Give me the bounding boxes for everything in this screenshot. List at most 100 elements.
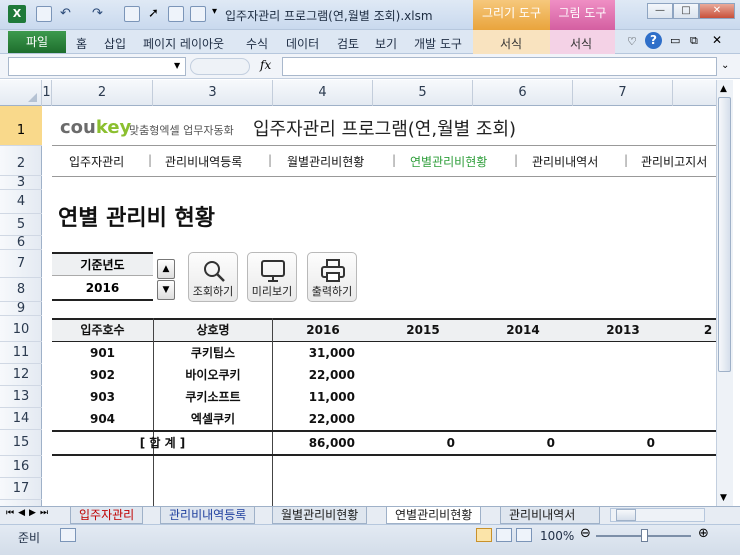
year-down-button[interactable]: ▼: [157, 280, 175, 300]
row-header-13[interactable]: 13: [0, 386, 42, 408]
nav-fee-statement[interactable]: 관리비내역서: [532, 153, 598, 170]
row-header-12[interactable]: 12: [0, 364, 42, 386]
tab-data[interactable]: 데이터: [286, 35, 319, 52]
minimize-button[interactable]: —: [647, 3, 673, 19]
page-break-view-icon[interactable]: [516, 528, 532, 542]
ribbon-minimize-icon[interactable]: ♡: [627, 35, 637, 48]
table-cell-unit[interactable]: 901: [52, 342, 153, 364]
close-button[interactable]: ✕: [699, 3, 735, 19]
maximize-button[interactable]: □: [673, 3, 699, 19]
scroll-down-icon[interactable]: ▼: [720, 493, 727, 503]
name-box[interactable]: [8, 57, 186, 76]
zoom-slider-thumb[interactable]: [641, 529, 648, 542]
nav-monthly-fee-status[interactable]: 월별관리비현황: [287, 153, 364, 170]
row-header-9[interactable]: 9: [0, 302, 42, 316]
table-cell-2016[interactable]: 22,000: [273, 408, 355, 430]
row-header-6[interactable]: 6: [0, 236, 42, 250]
expand-formula-bar-icon[interactable]: ⌄: [721, 60, 729, 71]
total-label[interactable]: [ 합 계 ]: [52, 432, 273, 454]
select-pointer-icon[interactable]: ➚: [148, 6, 159, 21]
horizontal-scroll-thumb[interactable]: [616, 509, 636, 521]
column-header-5[interactable]: 5: [373, 80, 473, 106]
zoom-in-icon[interactable]: ⊕: [698, 526, 709, 541]
row-header-4[interactable]: 4: [0, 190, 42, 214]
file-tab[interactable]: 파일: [8, 31, 66, 53]
tab-view[interactable]: 보기: [375, 35, 397, 52]
row-header-11[interactable]: 11: [0, 342, 42, 364]
tab-format-drawing[interactable]: 서식: [500, 35, 522, 52]
year-value[interactable]: 2016: [52, 277, 153, 301]
workbook-minimize-icon[interactable]: ▭: [670, 34, 680, 47]
row-header-16[interactable]: 16: [0, 456, 42, 478]
quick-access-icon[interactable]: [124, 6, 140, 22]
tab-home[interactable]: 홈: [76, 35, 87, 52]
table-cell-unit[interactable]: 903: [52, 386, 153, 408]
macro-record-icon[interactable]: [60, 528, 76, 542]
tab-formulas[interactable]: 수식: [246, 35, 268, 52]
help-icon[interactable]: ?: [645, 32, 662, 49]
insert-function-icon[interactable]: fx: [260, 58, 271, 72]
nav-yearly-fee-status[interactable]: 연별관리비현황: [410, 153, 487, 170]
sheet-tab-fee-registration[interactable]: 관리비내역등록: [160, 507, 256, 524]
table-cell-name[interactable]: 쿠키소프트: [153, 386, 273, 408]
row-header-2[interactable]: 2: [0, 146, 42, 176]
total-2016[interactable]: 86,000: [273, 432, 355, 454]
filter-icon[interactable]: [168, 6, 184, 22]
row-header-10[interactable]: 10: [0, 316, 42, 342]
tab-insert[interactable]: 삽입: [104, 35, 126, 52]
row-header-7[interactable]: 7: [0, 250, 42, 278]
preview-button[interactable]: 미리보기: [247, 252, 297, 302]
column-header-6[interactable]: 6: [473, 80, 573, 106]
table-cell-unit[interactable]: 904: [52, 408, 153, 430]
row-header-5[interactable]: 5: [0, 214, 42, 236]
name-box-dropdown-icon[interactable]: ▼: [174, 61, 180, 70]
column-header-4[interactable]: 4: [273, 80, 373, 106]
zoom-level[interactable]: 100%: [540, 529, 574, 543]
tab-format-picture[interactable]: 서식: [570, 35, 592, 52]
table-cell-2016[interactable]: 11,000: [273, 386, 355, 408]
nav-resident-management[interactable]: 입주자관리: [69, 153, 124, 170]
scroll-up-icon[interactable]: ▲: [720, 84, 727, 94]
normal-view-icon[interactable]: [476, 528, 492, 542]
sheet-tab-fee-statement[interactable]: 관리비내역서: [500, 507, 600, 524]
page-layout-view-icon[interactable]: [496, 528, 512, 542]
select-all-corner[interactable]: [0, 80, 42, 106]
nav-fee-registration[interactable]: 관리비내역등록: [165, 153, 242, 170]
vertical-scroll-thumb[interactable]: [718, 97, 731, 372]
tab-review[interactable]: 검토: [337, 35, 359, 52]
row-header-3[interactable]: 3: [0, 176, 42, 190]
excel-icon[interactable]: X: [8, 5, 26, 23]
print-button[interactable]: 출력하기: [307, 252, 357, 302]
row-header-17[interactable]: 17: [0, 478, 42, 500]
table-cell-unit[interactable]: 902: [52, 364, 153, 386]
sheet-tab-resident-management[interactable]: 입주자관리: [70, 507, 144, 524]
save-icon[interactable]: [36, 6, 52, 22]
sheet-tab-monthly-fee-status[interactable]: 월별관리비현황: [272, 507, 368, 524]
total-2015[interactable]: 0: [373, 432, 455, 454]
customize-quick-access-icon[interactable]: ▾: [212, 6, 217, 17]
column-header-2[interactable]: 2: [52, 80, 153, 106]
column-header-3[interactable]: 3: [153, 80, 273, 106]
tab-page-layout[interactable]: 페이지 레이아웃: [143, 35, 224, 52]
redo-icon[interactable]: ↷: [92, 6, 103, 21]
total-2013[interactable]: 0: [573, 432, 655, 454]
zoom-out-icon[interactable]: ⊖: [580, 526, 591, 541]
table-cell-2016[interactable]: 22,000: [273, 364, 355, 386]
undo-icon[interactable]: ↶: [60, 6, 71, 21]
row-header-8[interactable]: 8: [0, 278, 42, 302]
year-up-button[interactable]: ▲: [157, 259, 175, 279]
sheet-tab-yearly-fee-status[interactable]: 연별관리비현황: [386, 507, 482, 524]
sheet-nav-arrows-icon[interactable]: ⏮◀▶⏭: [6, 508, 52, 518]
row-header-1[interactable]: 1: [0, 106, 42, 146]
tab-developer[interactable]: 개발 도구: [414, 35, 462, 52]
row-header-15[interactable]: 15: [0, 430, 42, 456]
formula-input[interactable]: [282, 57, 717, 76]
total-2014[interactable]: 0: [473, 432, 555, 454]
row-header-14[interactable]: 14: [0, 408, 42, 430]
table-cell-name[interactable]: 바이오쿠키: [153, 364, 273, 386]
table-cell-2016[interactable]: 31,000: [273, 342, 355, 364]
search-button[interactable]: 조회하기: [188, 252, 238, 302]
column-header-7[interactable]: 7: [573, 80, 673, 106]
workbook-restore-icon[interactable]: ⧉: [690, 34, 698, 48]
table-cell-name[interactable]: 엑셀쿠키: [153, 408, 273, 430]
